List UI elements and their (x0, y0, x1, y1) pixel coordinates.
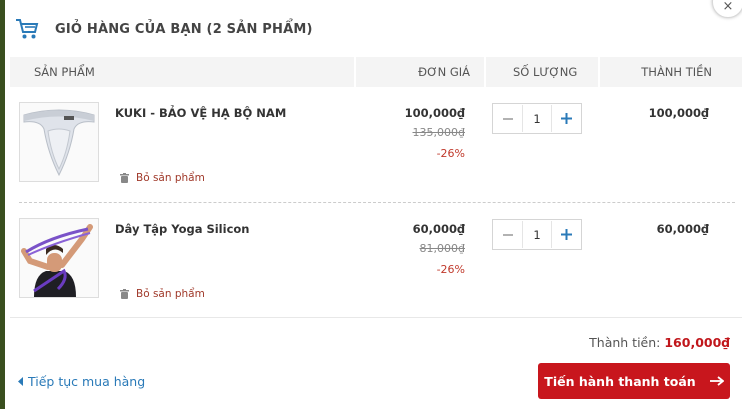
quantity-input[interactable] (522, 105, 552, 132)
increase-quantity-button[interactable] (552, 220, 581, 249)
cart-title: GIỎ HÀNG CỦA BẠN (2 SẢN PHẨM) (55, 22, 313, 37)
continue-shopping-label: Tiếp tục mua hàng (28, 374, 146, 389)
plus-icon (561, 229, 572, 240)
table-header: SẢN PHẨM ĐƠN GIÁ SỐ LƯỢNG THÀNH TIỀN (10, 57, 742, 87)
product-name[interactable]: KUKI - BẢO VỆ HẠ BỘ NAM (115, 106, 286, 120)
cart-item-row: Dây Tập Yoga Silicon Bỏ sản phẩm 60,000₫… (5, 204, 742, 318)
caret-left-icon (18, 377, 23, 386)
remove-product-button[interactable]: Bỏ sản phẩm (120, 288, 205, 300)
total-value: 160,000₫ (664, 335, 730, 350)
decrease-quantity-button[interactable] (493, 104, 522, 133)
column-total: THÀNH TIỀN (641, 65, 712, 79)
trash-icon (120, 173, 129, 183)
minus-icon (502, 233, 513, 236)
product-image-jockstrap[interactable] (19, 102, 99, 182)
column-unit-price: ĐƠN GIÁ (418, 65, 470, 79)
continue-shopping-link[interactable]: Tiếp tục mua hàng (18, 374, 145, 389)
close-icon: × (722, 0, 734, 14)
trash-icon (120, 289, 129, 299)
checkout-label: Tiến hành thanh toán (544, 373, 696, 389)
row-divider (19, 202, 735, 203)
quantity-stepper (492, 219, 582, 250)
column-product: SẢN PHẨM (34, 65, 95, 79)
remove-label: Bỏ sản phẩm (136, 288, 205, 300)
product-image-yoga-band[interactable] (19, 218, 99, 298)
product-name[interactable]: Dây Tập Yoga Silicon (115, 222, 249, 236)
cart-modal: GIỎ HÀNG CỦA BẠN (2 SẢN PHẨM) SẢN PHẨM Đ… (5, 0, 742, 409)
discount-percent: -26% (436, 263, 465, 276)
jockstrap-image (20, 103, 98, 181)
quantity-input[interactable] (522, 221, 552, 248)
cart-header: GIỎ HÀNG CỦA BẠN (2 SẢN PHẨM) (5, 0, 742, 58)
cart-item-row: KUKI - BẢO VỆ HẠ BỘ NAM Bỏ sản phẩm 100,… (5, 88, 742, 202)
cart-icon (16, 19, 39, 39)
column-divider (354, 57, 356, 87)
unit-price: 100,000₫ (404, 106, 465, 120)
minus-icon (502, 117, 513, 120)
column-quantity: SỐ LƯỢNG (513, 65, 578, 79)
decrease-quantity-button[interactable] (493, 220, 522, 249)
arrow-right-icon (709, 376, 724, 386)
line-total: 60,000₫ (656, 222, 709, 236)
line-total: 100,000₫ (648, 106, 709, 120)
total-label: Thành tiền: (589, 335, 661, 350)
old-price: 81,000₫ (419, 242, 466, 255)
old-price: 135,000₫ (412, 126, 466, 139)
quantity-stepper (492, 103, 582, 134)
cart-total: Thành tiền: 160,000₫ (589, 335, 730, 350)
increase-quantity-button[interactable] (552, 104, 581, 133)
remove-label: Bỏ sản phẩm (136, 172, 205, 184)
discount-percent: -26% (436, 147, 465, 160)
checkout-button[interactable]: Tiến hành thanh toán (538, 363, 730, 399)
yoga-band-image (20, 219, 98, 297)
column-divider (598, 57, 600, 87)
column-divider (484, 57, 486, 87)
plus-icon (561, 113, 572, 124)
summary-divider (10, 317, 742, 318)
remove-product-button[interactable]: Bỏ sản phẩm (120, 172, 205, 184)
unit-price: 60,000₫ (412, 222, 465, 236)
